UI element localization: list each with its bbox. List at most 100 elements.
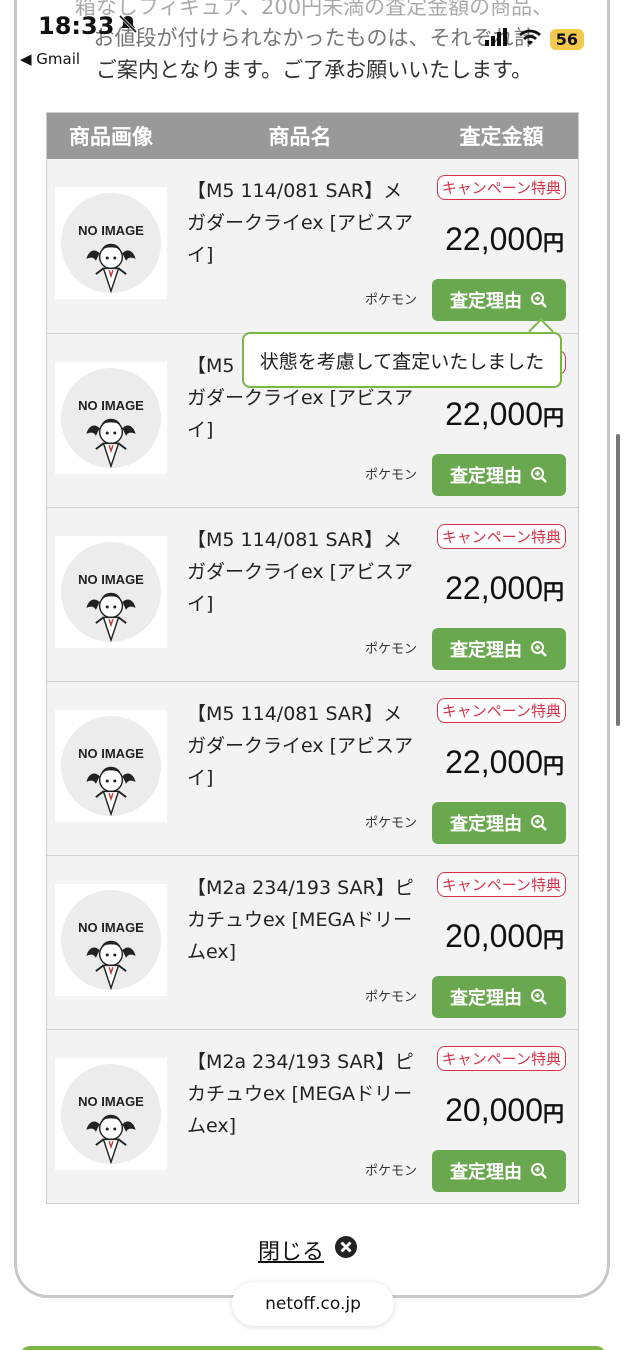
product-thumbnail: NO IMAGE	[55, 362, 167, 474]
price-amount: 22,000	[445, 570, 543, 606]
mascot-icon	[86, 243, 136, 293]
product-thumbnail: NO IMAGE	[55, 187, 167, 299]
status-time: 18:33	[38, 12, 138, 40]
no-image-label: NO IMAGE	[78, 1094, 144, 1109]
product-thumbnail: NO IMAGE	[55, 710, 167, 822]
table-row: NO IMAGE 【M5 114/081 SAR】メガダークライex [アビスア…	[47, 681, 578, 855]
mascot-icon	[86, 1114, 136, 1164]
mascot-icon	[86, 766, 136, 816]
price-yen: 円	[543, 407, 564, 430]
header-name: 商品名	[268, 125, 332, 149]
zoom-in-icon[interactable]	[530, 1162, 548, 1180]
product-brand: ポケモン	[365, 990, 418, 1005]
assessment-reason-button[interactable]: 査定理由	[432, 279, 566, 321]
no-image-label: NO IMAGE	[78, 223, 144, 238]
campaign-badge: キャンペーン特典	[436, 698, 566, 723]
status-time-text: 18:33	[38, 12, 115, 40]
assessment-table: 商品画像 商品名 査定金額 NO IMAGE 【M5 114/081 SAR】メ…	[46, 112, 579, 1204]
no-image-label: NO IMAGE	[78, 398, 144, 413]
product-brand: ポケモン	[365, 293, 418, 308]
reason-label[interactable]: 査定理由	[450, 462, 522, 488]
silent-bell-icon	[118, 12, 138, 40]
price-yen: 円	[543, 755, 564, 778]
product-price: 20,000円	[445, 918, 564, 955]
product-brand: ポケモン	[365, 1164, 418, 1179]
close-button[interactable]: 閉じる	[258, 1234, 358, 1266]
scrollbar[interactable]	[616, 434, 620, 726]
product-name[interactable]: 【M5 114/081 SAR】メガダークライex [アビスアイ]	[187, 175, 419, 271]
mascot-icon	[86, 592, 136, 642]
price-amount: 20,000	[445, 1092, 543, 1128]
intro-line-3: ご案内となります。ご了承お願いいたします。	[95, 58, 533, 82]
table-row: NO IMAGE 【M2a 234/193 SAR】ピカチュウex [MEGAド…	[47, 1029, 578, 1203]
battery-indicator: 56	[549, 28, 584, 50]
product-price: 22,000円	[445, 396, 564, 433]
reason-label[interactable]: 査定理由	[450, 287, 522, 313]
assessment-reason-button[interactable]: 査定理由	[432, 976, 566, 1018]
zoom-in-icon[interactable]	[530, 814, 548, 832]
mascot-icon	[86, 418, 136, 468]
status-indicators: 56	[484, 28, 584, 50]
table-row: NO IMAGE 【M5 114/081 SAR】メガダークライex [アビスア…	[47, 159, 578, 333]
mascot-icon	[86, 940, 136, 990]
header-image: 商品画像	[69, 125, 153, 149]
product-price: 22,000円	[445, 570, 564, 607]
price-yen: 円	[543, 232, 564, 255]
campaign-badge: キャンペーン特典	[436, 1046, 566, 1071]
product-brand: ポケモン	[365, 816, 418, 831]
table-row: NO IMAGE 【M2a 234/193 SAR】ピカチュウex [MEGAド…	[47, 855, 578, 1029]
url-pill[interactable]: netoff.co.jp	[232, 1282, 394, 1326]
table-row: NO IMAGE 【M5 114/081 SAR】メガダークライex [アビスア…	[47, 507, 578, 681]
campaign-badge: キャンペーン特典	[436, 872, 566, 897]
campaign-badge: キャンペーン特典	[436, 175, 566, 200]
assessment-reason-button[interactable]: 査定理由	[432, 454, 566, 496]
price-amount: 22,000	[445, 396, 543, 432]
product-thumbnail: NO IMAGE	[55, 536, 167, 648]
product-price: 20,000円	[445, 1092, 564, 1129]
product-name[interactable]: 【M5 114/081 SAR】メガダークライex [アビスアイ]	[187, 524, 419, 620]
no-image-placeholder: NO IMAGE	[61, 890, 161, 990]
zoom-in-icon[interactable]	[530, 988, 548, 1006]
product-name[interactable]: 【M2a 234/193 SAR】ピカチュウex [MEGAドリームex]	[187, 872, 419, 968]
signal-icon	[484, 28, 510, 50]
reason-label[interactable]: 査定理由	[450, 1158, 522, 1184]
no-image-label: NO IMAGE	[78, 920, 144, 935]
close-circle-icon[interactable]	[334, 1235, 358, 1265]
price-amount: 22,000	[445, 221, 543, 257]
no-image-placeholder: NO IMAGE	[61, 368, 161, 468]
product-price: 22,000円	[445, 221, 564, 258]
product-thumbnail: NO IMAGE	[55, 884, 167, 996]
product-brand: ポケモン	[365, 642, 418, 657]
reason-label[interactable]: 査定理由	[450, 810, 522, 836]
wifi-icon	[518, 28, 542, 50]
no-image-placeholder: NO IMAGE	[61, 542, 161, 642]
assessment-reason-button[interactable]: 査定理由	[432, 628, 566, 670]
product-name[interactable]: 【M2a 234/193 SAR】ピカチュウex [MEGAドリームex]	[187, 1046, 419, 1142]
product-thumbnail: NO IMAGE	[55, 1058, 167, 1170]
reason-label[interactable]: 査定理由	[450, 636, 522, 662]
product-price: 22,000円	[445, 744, 564, 781]
table-header: 商品画像 商品名 査定金額	[47, 113, 578, 159]
no-image-placeholder: NO IMAGE	[61, 716, 161, 816]
price-yen: 円	[543, 581, 564, 604]
bottom-green-bar	[20, 1346, 606, 1350]
zoom-in-icon[interactable]	[530, 466, 548, 484]
assessment-reason-button[interactable]: 査定理由	[432, 1150, 566, 1192]
campaign-badge: キャンペーン特典	[436, 524, 566, 549]
zoom-in-icon[interactable]	[530, 291, 548, 309]
header-price: 査定金額	[459, 125, 544, 149]
product-name[interactable]: 【M5 114/081 SAR】メガダークライex [アビスアイ]	[187, 698, 419, 794]
product-brand: ポケモン	[365, 468, 418, 483]
price-yen: 円	[543, 929, 564, 952]
zoom-in-icon[interactable]	[530, 640, 548, 658]
price-yen: 円	[543, 1103, 564, 1126]
price-amount: 22,000	[445, 744, 543, 780]
no-image-label: NO IMAGE	[78, 746, 144, 761]
close-label[interactable]: 閉じる	[258, 1234, 324, 1266]
no-image-placeholder: NO IMAGE	[61, 1064, 161, 1164]
reason-tooltip: 状態を考慮して査定いたしました	[242, 332, 562, 388]
back-to-gmail[interactable]: ◀ Gmail	[20, 50, 80, 68]
reason-label[interactable]: 査定理由	[450, 984, 522, 1010]
no-image-placeholder: NO IMAGE	[61, 193, 161, 293]
assessment-reason-button[interactable]: 査定理由	[432, 802, 566, 844]
